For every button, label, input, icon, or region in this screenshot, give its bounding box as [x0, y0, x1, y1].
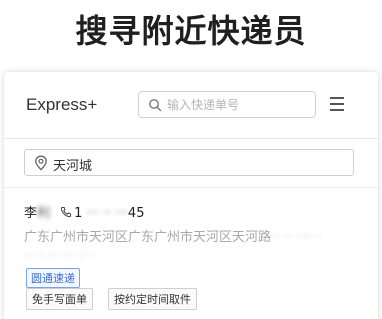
- location-pin-icon: [35, 155, 47, 171]
- courier-address: 广东广州市天河区广东广州市天河区天河路·· ·· ···· · ·· ·· ··…: [24, 228, 364, 266]
- phone-icon: [61, 207, 72, 218]
- courier-name-masked: 利: [37, 206, 51, 221]
- courier-contact: 李利 1 ··· ·· ···45: [24, 202, 144, 221]
- tracking-search-box[interactable]: [138, 91, 316, 118]
- phone-prefix: 1: [74, 206, 83, 221]
- courier-name: 李: [24, 206, 38, 221]
- menu-button[interactable]: [328, 94, 346, 114]
- feature-scheduled-pickup-button[interactable]: 按约定时间取件: [108, 288, 197, 310]
- page-headline: 搜寻附近快递员: [75, 12, 307, 50]
- courier-card[interactable]: 李利 1 ··· ·· ···45 广东广州市天河区广东广州市天河区天河路·· …: [4, 188, 378, 319]
- address-masked: ·· ·· ···· ·: [271, 230, 321, 245]
- phone-masked: ··· ·· ···: [86, 206, 128, 221]
- feature-no-handwriting-button[interactable]: 免手写面单: [26, 288, 93, 310]
- company-tag: 圆通速递: [26, 268, 80, 288]
- address-text: 广东广州市天河区广东广州市天河区天河路: [24, 230, 272, 245]
- hamburger-menu-icon: [330, 97, 344, 99]
- address-line2-masked: ·· ·· ·· ··· ·· ·: [24, 249, 95, 264]
- app-header: Express+: [4, 72, 378, 139]
- search-icon: [149, 99, 162, 112]
- location-field[interactable]: 天河城: [24, 149, 354, 176]
- location-value: 天河城: [53, 159, 93, 174]
- app-screen: Express+ 天河城: [4, 72, 378, 319]
- tracking-number-input[interactable]: [167, 95, 307, 114]
- brand-logo: Express+: [26, 95, 98, 114]
- page: 搜寻附近快递员 Express+ 天河城: [0, 0, 382, 319]
- phone-suffix: 45: [127, 206, 145, 221]
